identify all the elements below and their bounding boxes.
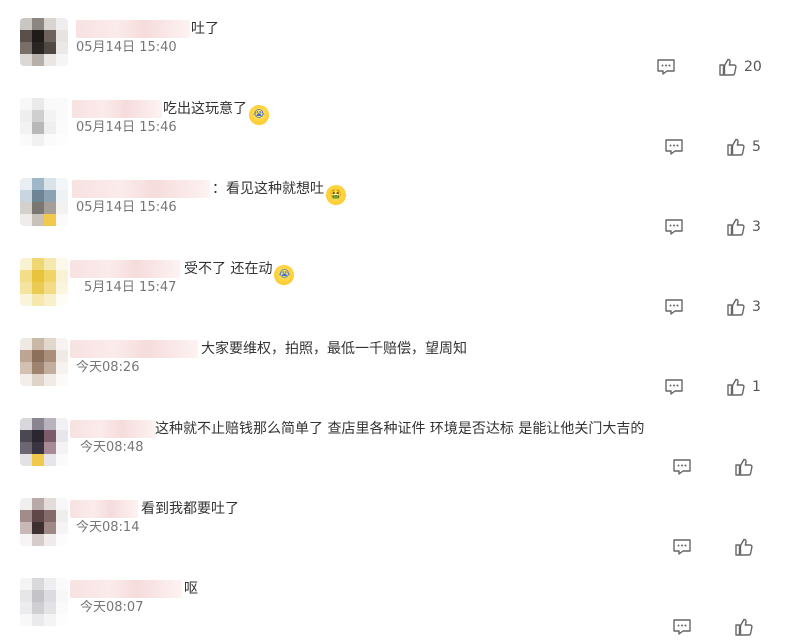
username-redacted[interactable]	[70, 420, 156, 438]
like-button[interactable]: 5	[726, 137, 761, 157]
thumbs-up-icon	[719, 58, 737, 76]
reply-icon[interactable]	[664, 378, 684, 396]
comment-item: 大家要维权，拍照，最低一千赔偿，望周知 今天08:26 1	[0, 338, 793, 418]
avatar[interactable]	[20, 178, 68, 226]
crying-face-emoji: 😭	[249, 105, 269, 125]
comment-time: 今天08:26	[76, 360, 140, 375]
username-redacted[interactable]	[76, 20, 190, 38]
comment-item: 吐了 05月14日 15:40 20	[0, 18, 793, 98]
comment-item: 吃出这玩意了 😭 05月14日 15:46 5	[0, 98, 793, 178]
like-count: 3	[752, 299, 761, 315]
reply-icon[interactable]	[664, 218, 684, 236]
reply-icon[interactable]	[656, 58, 676, 76]
comment-time: 05月14日 15:46	[76, 120, 177, 135]
avatar[interactable]	[20, 338, 68, 386]
reply-icon[interactable]	[664, 138, 684, 156]
comment-text: 吐了	[191, 21, 219, 37]
username-redacted[interactable]	[70, 340, 198, 358]
thumbs-up-icon	[735, 538, 753, 556]
like-button[interactable]: 20	[718, 57, 762, 77]
crying-face-emoji: 😭	[274, 265, 295, 285]
comment-text: 这种就不止赔钱那么简单了 查店里各种证件 环境是否达标 是能让他关门大吉的	[155, 421, 645, 437]
thumbs-up-icon	[727, 218, 745, 236]
like-button[interactable]: 3	[726, 297, 761, 317]
comment-time: 05月14日 15:46	[76, 200, 177, 215]
thumbs-up-icon	[727, 298, 745, 316]
avatar[interactable]	[20, 258, 68, 306]
avatar[interactable]	[20, 98, 68, 146]
comment-item: ：看见这种就想吐 🤮 05月14日 15:46 3	[0, 178, 793, 258]
comment-time: 今天08:07	[80, 600, 144, 615]
nauseated-face-emoji: 🤮	[326, 185, 346, 205]
like-count: 3	[752, 219, 761, 235]
comment-text: ：看见这种就想吐 🤮	[212, 180, 346, 205]
like-count: 20	[744, 59, 762, 75]
username-redacted[interactable]	[70, 500, 138, 518]
like-count: 1	[752, 379, 761, 395]
avatar[interactable]	[20, 418, 68, 466]
like-count: 5	[752, 139, 761, 155]
reply-icon[interactable]	[672, 618, 692, 636]
like-button[interactable]	[734, 537, 760, 557]
thumbs-up-icon	[727, 138, 745, 156]
comment-time: 05月14日 15:40	[76, 40, 177, 55]
comment-time: 今天08:48	[80, 440, 144, 455]
like-button[interactable]: 3	[726, 217, 761, 237]
like-button[interactable]	[734, 457, 760, 477]
comment-item: 呕 今天08:07	[0, 578, 793, 641]
comment-text: 吃出这玩意了 😭	[163, 100, 269, 125]
reply-icon[interactable]	[672, 458, 692, 476]
comment-text: 呕	[184, 581, 198, 597]
thumbs-up-icon	[727, 378, 745, 396]
comment-time: 5月14日 15:47	[84, 280, 177, 295]
comment-item: 受不了 还在动 😭 5月14日 15:47 3	[0, 258, 793, 338]
avatar[interactable]	[20, 498, 68, 546]
comment-time: 今天08:14	[76, 520, 140, 535]
thumbs-up-icon	[735, 458, 753, 476]
like-button[interactable]: 1	[726, 377, 761, 397]
avatar[interactable]	[20, 578, 68, 626]
comment-item: 这种就不止赔钱那么简单了 查店里各种证件 环境是否达标 是能让他关门大吉的 今天…	[0, 418, 793, 498]
avatar[interactable]	[20, 18, 68, 66]
username-redacted[interactable]	[72, 180, 210, 198]
thumbs-up-icon	[735, 618, 753, 636]
comment-text: 看到我都要吐了	[141, 501, 239, 517]
username-redacted[interactable]	[70, 580, 182, 598]
reply-icon[interactable]	[672, 538, 692, 556]
username-redacted[interactable]	[70, 260, 180, 278]
comment-text: 大家要维权，拍照，最低一千赔偿，望周知	[201, 341, 467, 357]
comment-item: 看到我都要吐了 今天08:14	[0, 498, 793, 578]
reply-icon[interactable]	[664, 298, 684, 316]
comment-text: 受不了 还在动 😭	[184, 260, 295, 285]
username-redacted[interactable]	[72, 100, 162, 118]
like-button[interactable]	[734, 617, 760, 637]
